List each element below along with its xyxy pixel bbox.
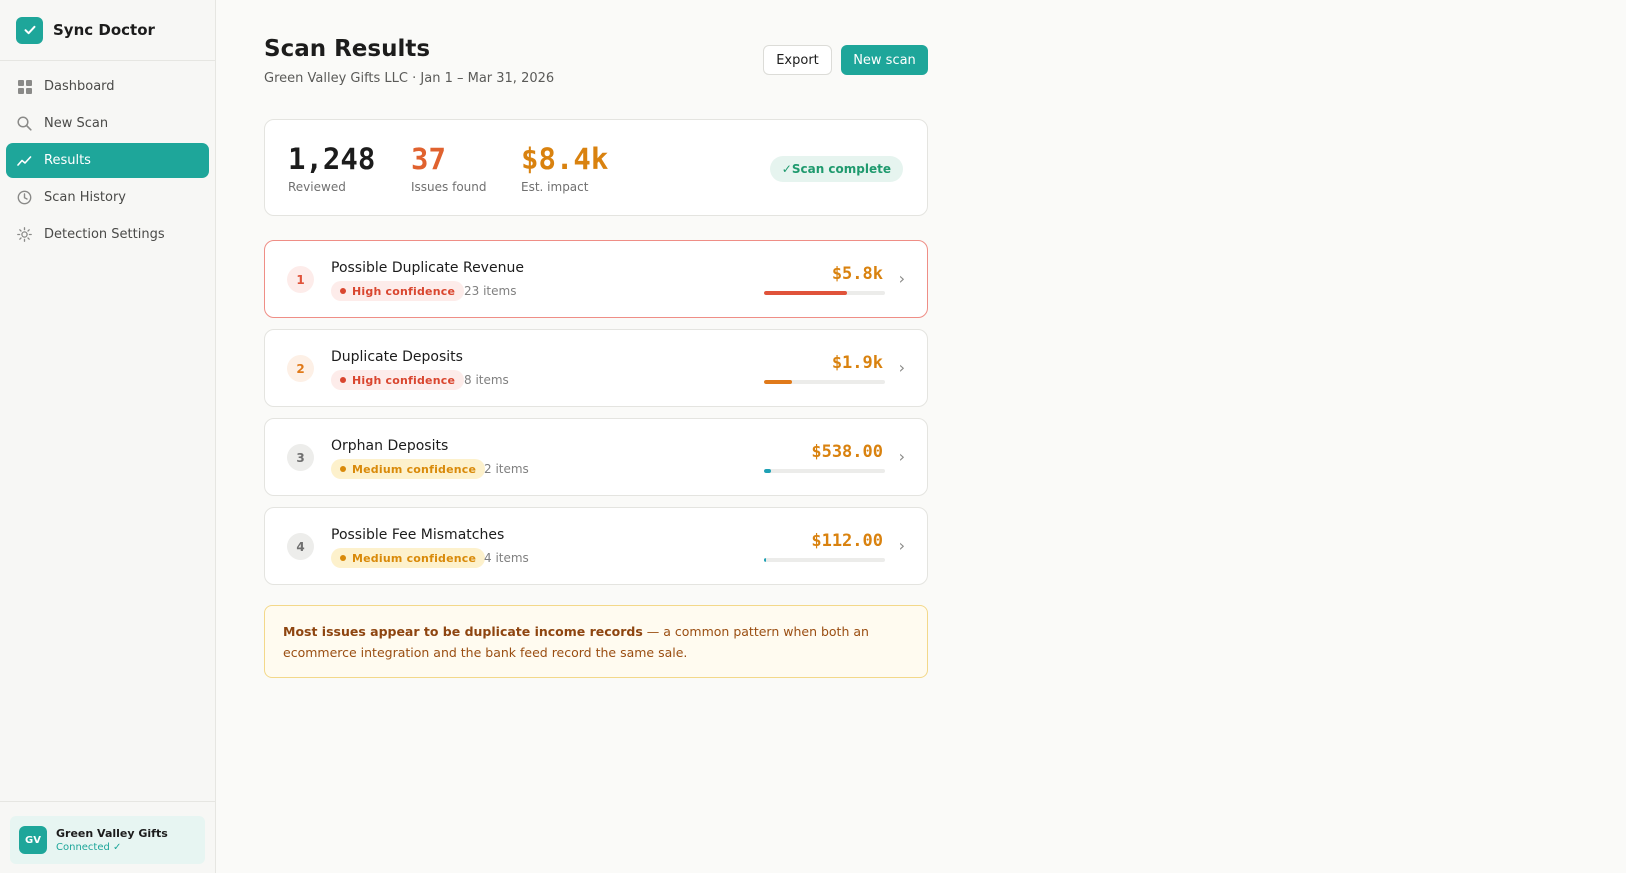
chevron-right-icon: › [898,447,905,466]
dot-icon [340,377,346,383]
sidebar-item-label: Scan History [44,190,126,205]
trend-icon [17,153,32,168]
connection-status: Connected ✓ [56,842,122,853]
stat-issues: 37 Issues found [411,142,487,194]
sidebar-item-label: Dashboard [44,79,115,94]
grid-icon [17,79,32,94]
item-count: 4 items [484,551,529,565]
clock-icon [17,190,32,205]
issue-amount: $1.9k [831,353,883,373]
confidence-badge: High confidence [331,370,465,390]
new-scan-button[interactable]: New scan [841,45,928,75]
issue-title: Possible Fee Mismatches [331,527,505,543]
export-button[interactable]: Export [763,45,832,75]
sidebar-item-results[interactable]: Results [6,143,209,178]
dot-icon [340,466,346,472]
issue-number: 4 [287,533,314,560]
impact-bar-fill [764,469,772,473]
sidebar-item-scan-history[interactable]: Scan History [6,180,209,215]
issue-row[interactable]: 3 Orphan Deposits Medium confidence 2 it… [264,418,928,496]
sidebar: Sync Doctor Dashboard New Scan Results S… [0,0,216,873]
stat-label: Est. impact [521,180,589,194]
main-content: Scan Results Green Valley Gifts LLC · Ja… [264,0,928,678]
confidence-badge: High confidence [331,281,465,301]
stat-value: $8.4k [521,142,609,176]
issue-number: 1 [287,266,314,293]
sidebar-item-new-scan[interactable]: New Scan [6,106,209,141]
impact-bar [764,291,885,295]
summary-stats: 1,248 Reviewed 37 Issues found $8.4k Est… [264,119,928,216]
dot-icon [340,288,346,294]
issue-amount: $538.00 [811,442,883,462]
chevron-right-icon: › [898,269,905,288]
issue-title: Orphan Deposits [331,438,449,454]
item-count: 8 items [464,373,509,387]
issue-number: 3 [287,444,314,471]
sidebar-item-label: Results [44,153,91,168]
issue-amount: $5.8k [831,264,883,284]
impact-bar-fill [764,558,766,562]
page-subtitle: Green Valley Gifts LLC · Jan 1 – Mar 31,… [264,71,555,86]
impact-bar-fill [764,380,792,384]
sidebar-nav: Dashboard New Scan Results Scan History … [0,61,215,252]
stat-reviewed: 1,248 Reviewed [288,142,375,194]
stat-impact: $8.4k Est. impact [521,142,608,194]
sidebar-item-dashboard[interactable]: Dashboard [6,69,209,104]
issue-row[interactable]: 2 Duplicate Deposits High confidence 8 i… [264,329,928,407]
account-section: GV Green Valley Gifts Connected ✓ [0,801,215,873]
issue-row[interactable]: 4 Possible Fee Mismatches Medium confide… [264,507,928,585]
scan-complete-badge: ✓Scan complete [769,156,903,182]
issue-row[interactable]: 1 Possible Duplicate Revenue High confid… [264,240,928,318]
issue-title: Duplicate Deposits [331,349,463,365]
stat-label: Reviewed [288,180,346,194]
insight-note: Most issues appear to be duplicate incom… [264,605,928,678]
impact-bar [764,469,885,473]
stat-value: 1,248 [288,142,376,176]
app-name: Sync Doctor [53,21,155,39]
issue-title: Possible Duplicate Revenue [331,260,524,276]
chevron-right-icon: › [898,358,905,377]
item-count: 2 items [484,462,529,476]
item-count: 23 items [464,284,517,298]
sidebar-item-label: New Scan [44,116,109,131]
dot-icon [340,555,346,561]
impact-bar-fill [764,291,848,295]
sidebar-item-label: Detection Settings [44,227,165,242]
issue-number: 2 [287,355,314,382]
confidence-badge: Medium confidence [331,459,486,479]
stat-value: 37 [411,142,446,176]
account-card[interactable]: GV Green Valley Gifts Connected ✓ [10,816,205,864]
chevron-right-icon: › [898,536,905,555]
insight-headline: Most issues appear to be duplicate incom… [283,624,643,639]
brand: Sync Doctor [0,0,215,61]
stat-label: Issues found [411,180,487,194]
impact-bar [764,380,885,384]
confidence-badge: Medium confidence [331,548,486,568]
impact-bar [764,558,885,562]
account-name: Green Valley Gifts [56,827,168,840]
check-logo-icon [16,16,43,44]
page-header: Scan Results Green Valley Gifts LLC · Ja… [264,0,928,120]
sidebar-item-detection-settings[interactable]: Detection Settings [6,217,209,252]
page-title: Scan Results [264,36,431,62]
avatar: GV [19,826,47,854]
search-icon [17,116,32,131]
issue-amount: $112.00 [811,531,883,551]
gear-icon [17,227,32,242]
